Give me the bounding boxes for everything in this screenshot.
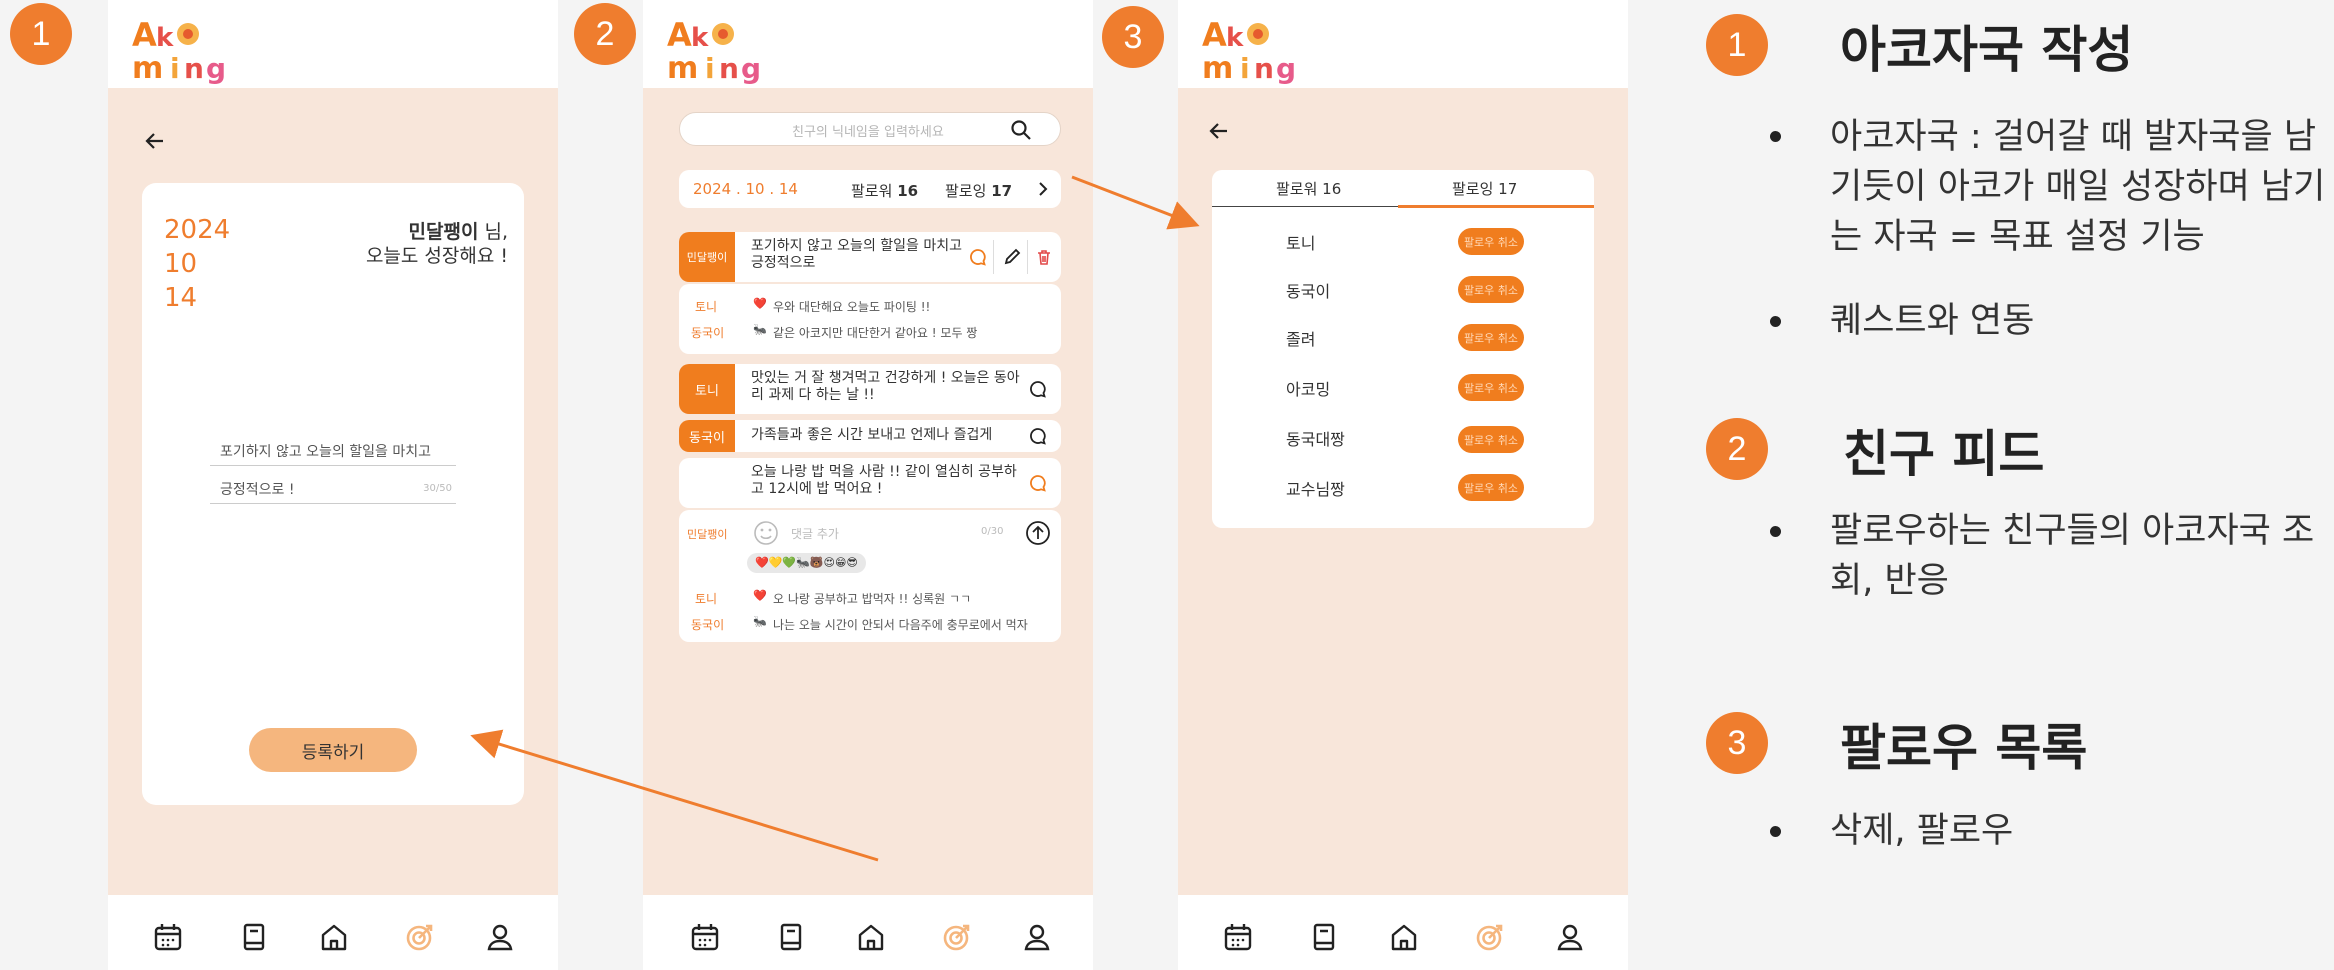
section-1-bullet-2: 퀘스트와 연동 [1830,301,2035,341]
section-badge-3: 3 [1706,712,1768,774]
section-title-3: 팔로우 목록 [1840,719,2088,777]
arrow-to-register [470,729,879,862]
section-3-bullet-1: 삭제, 팔로우 [1830,811,2014,851]
section-badge-2: 2 [1706,418,1768,480]
arrow-to-follow-list [1071,175,1200,230]
section-2-bullet-1: 팔로우하는 친구들의 아코자국 조 회, 반응 [1830,511,2315,601]
section-title-1: 아코자국 작성 [1840,21,2134,79]
section-1-bullet-1: 아코자국 : 걸어갈 때 발자국을 남 기듯이 아코가 매일 성장하며 남기 는… [1830,117,2326,257]
section-title-2: 친구 피드 [1843,425,2045,483]
section-badge-1: 1 [1706,14,1768,76]
